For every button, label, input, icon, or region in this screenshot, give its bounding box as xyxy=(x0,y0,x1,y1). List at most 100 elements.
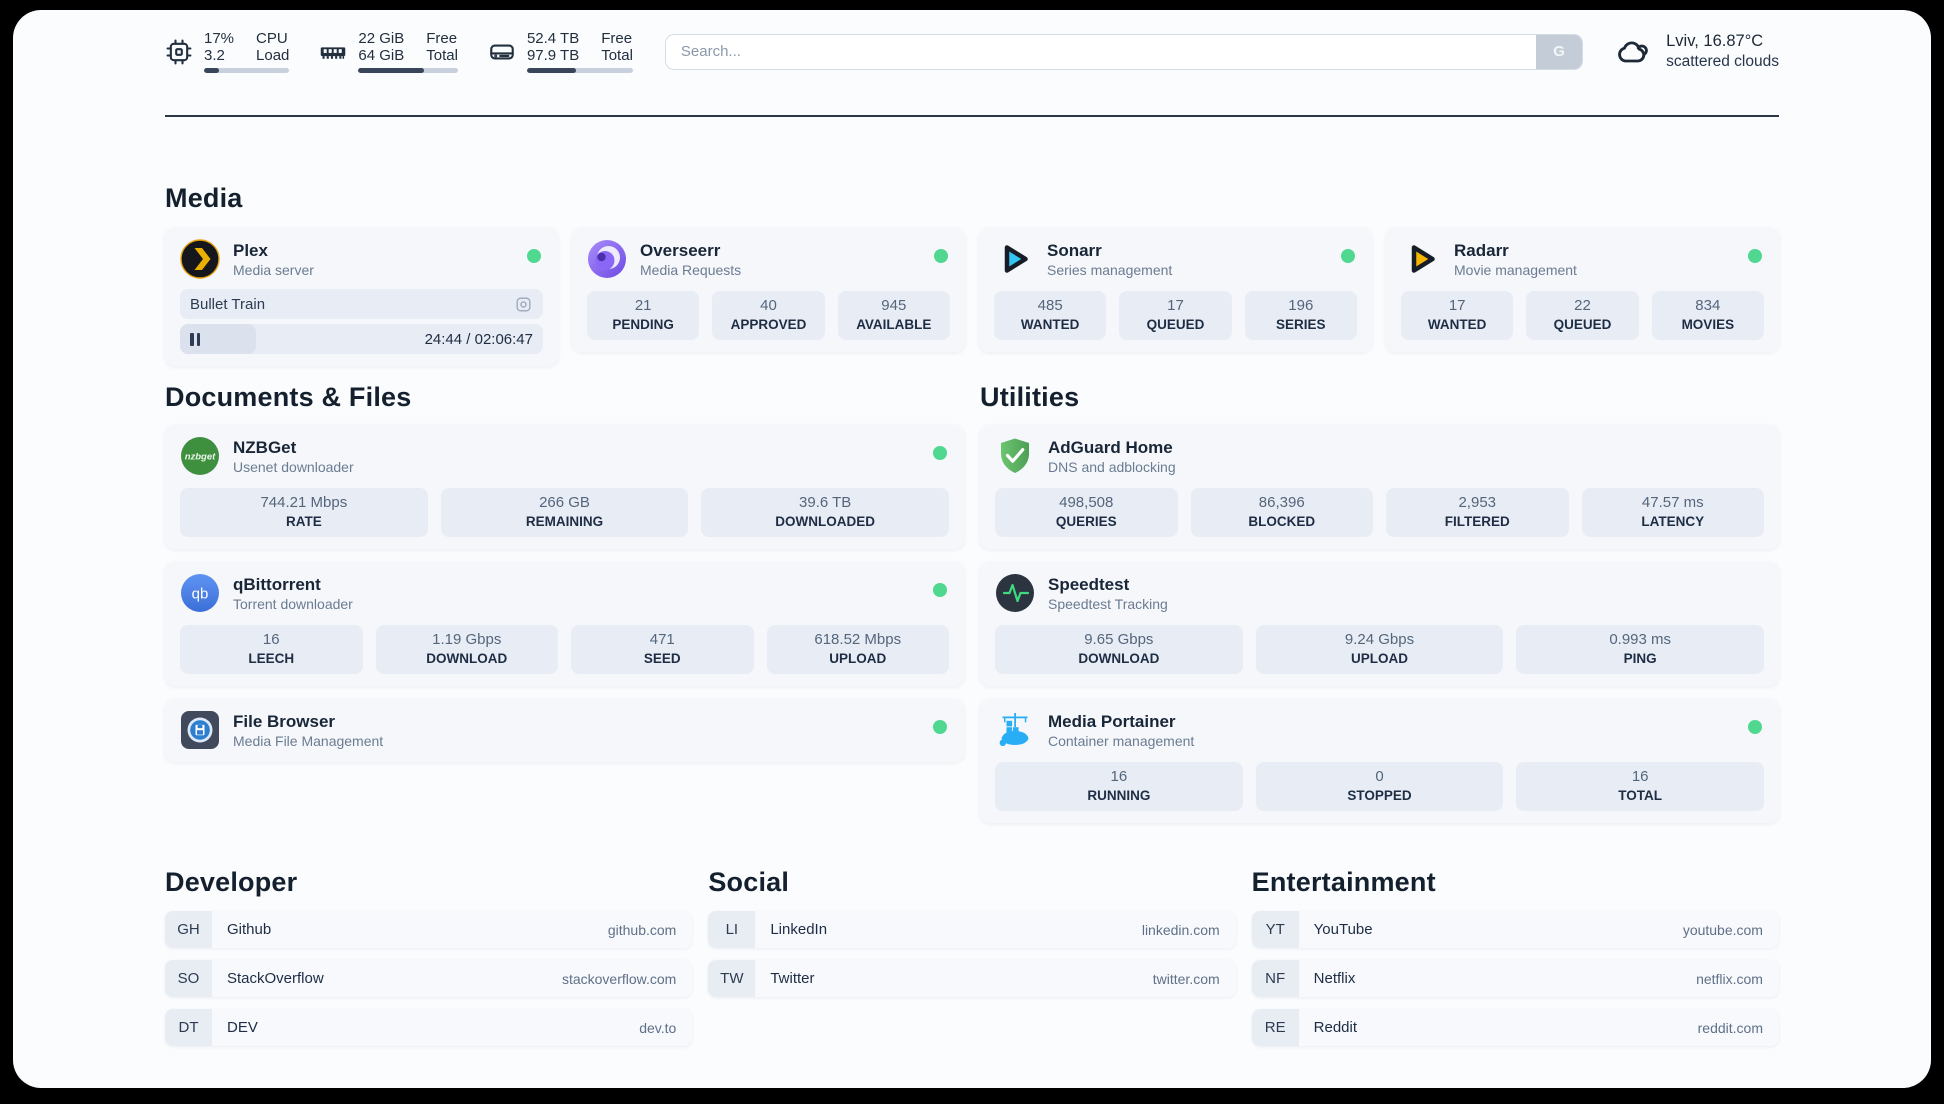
status-dot xyxy=(1341,249,1355,263)
bookmark-abbr: YT xyxy=(1251,911,1299,948)
search-input[interactable] xyxy=(665,34,1537,69)
search-button[interactable]: G xyxy=(1536,34,1583,69)
weather-location: Lviv, 16.87°C xyxy=(1666,32,1764,50)
app-card-nzbget[interactable]: nzbget NZBGet Usenet downloader 744.21 M… xyxy=(165,425,964,549)
bookmark-abbr: GH xyxy=(165,911,212,948)
stat-box: 744.21 Mbps RATE xyxy=(180,488,428,537)
bookmark-url: linkedin.com xyxy=(1141,921,1220,938)
bookmark-group-developer: Developer GH Github github.com SO StackO… xyxy=(165,867,693,1046)
bookmark-row-youtube[interactable]: YT YouTube youtube.com xyxy=(1251,911,1779,948)
bookmark-abbr: DT xyxy=(165,1009,212,1046)
radarr-icon xyxy=(1401,239,1441,279)
stat-box: 16 LEECH xyxy=(180,625,363,674)
stat-box: 22 QUEUED xyxy=(1526,291,1639,340)
cloud-icon xyxy=(1613,34,1655,70)
stat-box: 16 TOTAL xyxy=(1516,762,1765,811)
svg-text:qb: qb xyxy=(192,586,209,603)
app-subtitle: Media Requests xyxy=(640,261,742,278)
app-card-adguard[interactable]: AdGuard Home DNS and adblocking 498,508 … xyxy=(980,425,1779,549)
app-subtitle: Usenet downloader xyxy=(233,458,354,475)
section-title-social: Social xyxy=(708,867,790,897)
stat-box: 0 STOPPED xyxy=(1255,762,1504,811)
search-box: G xyxy=(664,33,1584,70)
stat-box: 0.993 ms PING xyxy=(1516,625,1765,674)
stat-box: 39.6 TB DOWNLOADED xyxy=(701,488,950,537)
stat-box: 196 SERIES xyxy=(1244,291,1357,340)
app-card-overseerr[interactable]: Overseerr Media Requests 21 PENDING 40 A… xyxy=(572,228,965,352)
playback-time: 24:44 / 02:06:47 xyxy=(424,330,533,348)
app-card-speedtest[interactable]: Speedtest Speedtest Tracking 9.65 Gbps D… xyxy=(980,562,1779,686)
bookmark-url: stackoverflow.com xyxy=(561,970,677,987)
bookmark-name: DEV xyxy=(227,1019,258,1036)
app-name: File Browser xyxy=(233,711,336,731)
disk-labels: Free Total xyxy=(601,30,633,64)
bookmark-row-github[interactable]: GH Github github.com xyxy=(165,911,693,948)
bookmark-name: StackOverflow xyxy=(227,970,324,987)
bookmark-url: twitter.com xyxy=(1152,970,1220,987)
stat-box: 17 QUEUED xyxy=(1119,291,1232,340)
pause-icon[interactable] xyxy=(190,332,200,346)
stat-box: 47.57 ms LATENCY xyxy=(1581,488,1764,537)
bookmark-row-stackoverflow[interactable]: SO StackOverflow stackoverflow.com xyxy=(165,960,693,997)
disk-values: 52.4 TB 97.9 TB xyxy=(526,30,580,64)
section-title-utilities: Utilities xyxy=(980,382,1080,412)
bookmark-row-dev[interactable]: DT DEV dev.to xyxy=(165,1009,693,1046)
app-card-qbittorrent[interactable]: qb qBittorrent Torrent downloader 16 LEE… xyxy=(165,562,964,686)
bookmark-name: Netflix xyxy=(1313,970,1356,987)
playback-progress-row: 24:44 / 02:06:47 xyxy=(180,324,543,354)
app-name: Media Portainer xyxy=(1048,711,1176,731)
disk-icon xyxy=(488,38,516,66)
stat-box: 16 RUNNING xyxy=(995,762,1243,811)
overseerr-icon xyxy=(587,239,627,279)
status-dot xyxy=(1748,249,1762,263)
bookmark-abbr: RE xyxy=(1251,1009,1299,1046)
disk-progress-bar xyxy=(526,68,633,73)
app-card-sonarr[interactable]: Sonarr Series management 485 WANTED 17 Q… xyxy=(979,228,1372,352)
app-card-plex[interactable]: Plex Media server Bullet Train 24:44 / 0… xyxy=(165,228,558,366)
top-bar: 17% 3.2 CPU Load 22 GiB 64 GiB Free Tota… xyxy=(165,10,1779,73)
section-title-media: Media xyxy=(165,183,243,213)
app-subtitle: DNS and adblocking xyxy=(1048,458,1176,475)
bookmark-name: Reddit xyxy=(1313,1019,1358,1036)
bookmark-url: youtube.com xyxy=(1682,921,1763,938)
app-card-radarr[interactable]: Radarr Movie management 17 WANTED 22 QUE… xyxy=(1386,228,1779,352)
bookmark-row-reddit[interactable]: RE Reddit reddit.com xyxy=(1251,1009,1779,1046)
filebrowser-icon xyxy=(180,710,220,750)
bookmark-url: github.com xyxy=(607,921,677,938)
bookmark-row-linkedin[interactable]: LI LinkedIn linkedin.com xyxy=(708,911,1236,948)
qbittorrent-icon: qb xyxy=(180,573,220,613)
status-dot xyxy=(934,249,948,263)
stat-box: 498,508 QUERIES xyxy=(995,488,1178,537)
stat-box: 9.65 Gbps DOWNLOAD xyxy=(995,625,1243,674)
section-title-entertainment: Entertainment xyxy=(1251,867,1436,897)
stat-box: 485 WANTED xyxy=(994,291,1107,340)
cpu-icon xyxy=(165,38,193,66)
now-playing-row: Bullet Train xyxy=(180,289,543,319)
bookmark-url: reddit.com xyxy=(1697,1019,1763,1036)
sonarr-icon xyxy=(994,239,1034,279)
app-card-portainer[interactable]: Media Portainer Container management 16 … xyxy=(980,699,1779,823)
adguard-icon xyxy=(995,436,1035,476)
bookmark-group-entertainment: Entertainment YT YouTube youtube.com NF … xyxy=(1251,867,1779,1046)
app-subtitle: Series management xyxy=(1047,261,1173,278)
nzbget-icon: nzbget xyxy=(180,436,220,476)
bookmark-url: netflix.com xyxy=(1696,970,1763,987)
app-subtitle: Torrent downloader xyxy=(233,595,353,612)
app-card-filebrowser[interactable]: File Browser Media File Management xyxy=(165,699,964,762)
stat-box: 834 MOVIES xyxy=(1651,291,1764,340)
app-subtitle: Media File Management xyxy=(233,732,384,749)
section-title-developer: Developer xyxy=(165,867,298,897)
stat-box: 471 SEED xyxy=(571,625,754,674)
stat-box: 9.24 Gbps UPLOAD xyxy=(1255,625,1504,674)
speedtest-icon xyxy=(995,573,1035,613)
stat-box: 2,953 FILTERED xyxy=(1386,488,1569,537)
bookmark-name: Twitter xyxy=(770,970,815,987)
app-subtitle: Media server xyxy=(233,261,314,278)
stat-box: 1.19 Gbps DOWNLOAD xyxy=(375,625,558,674)
app-name: Speedtest xyxy=(1048,574,1130,594)
status-dot xyxy=(933,720,947,734)
system-widget-cpu: 17% 3.2 CPU Load xyxy=(165,30,290,73)
stat-box: 21 PENDING xyxy=(587,291,700,340)
bookmark-row-twitter[interactable]: TW Twitter twitter.com xyxy=(708,960,1236,997)
bookmark-row-netflix[interactable]: NF Netflix netflix.com xyxy=(1251,960,1779,997)
